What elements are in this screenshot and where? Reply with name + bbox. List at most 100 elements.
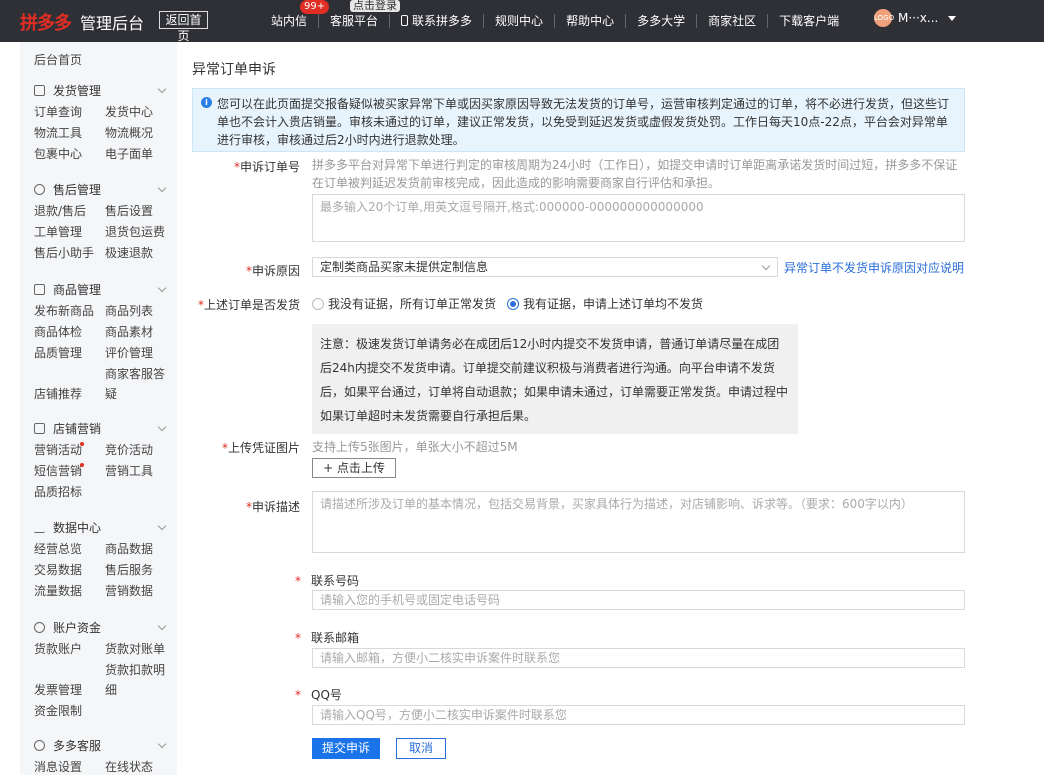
sidebar-item-e-waybill[interactable]: 电子面单 [105,144,176,165]
sidebar-item-traffic-data[interactable]: 流量数据 [34,581,105,602]
sidebar-item-invoice[interactable]: 发票管理 [34,680,105,701]
sidebar-section-header[interactable]: 发货管理 [20,80,177,100]
nav-university[interactable]: 多多大学 [626,14,698,28]
nav-rules[interactable]: 规则中心 [484,14,556,28]
sidebar-section-header[interactable]: 售后管理 [20,179,177,199]
phone-label: * 联系号码 [295,574,360,588]
nav-download-client[interactable]: 下载客户端 [768,14,850,28]
qq-input[interactable]: 请输入QQ号，方便小二核实申诉案件时联系您 [312,705,965,725]
radio-unchecked[interactable] [312,298,324,310]
phone-input[interactable]: 请输入您的手机号或固定电话号码 [312,590,965,610]
upload-hint: 支持上传5张图片，单张大小不超过5M [312,440,518,454]
sidebar-item-refunds[interactable]: 退款/售后 [34,201,105,222]
sidebar-section-products: 商品管理 发布新商品 商品列表 商品体检 商品素材 品质管理 评价管理 店铺推荐… [20,279,177,405]
nav-community[interactable]: 商家社区 [697,14,769,28]
sidebar-item-merchant-qa[interactable]: 商家客服答疑 [105,364,169,405]
chevron-down-icon [157,422,167,432]
nav-messages[interactable]: 站内信 99+ [260,0,330,28]
new-dot [80,442,84,446]
yen-icon [34,621,45,633]
sidebar-item-product-data[interactable]: 商品数据 [105,539,176,560]
avatar: LOGO [874,9,894,27]
sidebar-section-header[interactable]: 店铺营销 [20,418,177,438]
sidebar-section-header[interactable]: 数据中心 [20,517,177,537]
headset-icon [34,739,45,751]
sidebar-item-online-status[interactable]: 在线状态 [105,757,176,775]
back-home-button[interactable]: 返回首页 [159,11,208,43]
radio-checked[interactable] [507,298,519,310]
order-numbers-textarea[interactable]: 最多输入20个订单,用英文逗号隔开,格式:000000-000000000000… [312,194,965,242]
sidebar-section-header[interactable]: 账户资金 [20,617,177,637]
nav-contact-pdd[interactable]: 联系拼多多 [390,14,485,28]
sidebar-item-logistics-tools[interactable]: 物流工具 [34,123,105,144]
sidebar-item-marketing-data[interactable]: 营销数据 [105,581,176,602]
info-notice: i 您可以在此页面提交报备疑似被买家异常下单或因买家原因导致无法发货的订单号，运… [192,88,965,152]
new-dot [80,463,84,467]
chevron-down-icon [157,84,167,94]
sidebar-section-after-sales: 售后管理 退款/售后 售后设置 工单管理 退货包运费 售后小助手 极速退款 [20,179,177,264]
username: M···x... [898,11,939,25]
sidebar-item-product-list[interactable]: 商品列表 [105,301,176,322]
sidebar-item-quality[interactable]: 品质管理 [34,343,105,364]
sidebar-item-campaigns[interactable]: 营销活动 [34,440,105,461]
document-icon [34,84,45,96]
message-count-badge: 99+ [300,0,330,14]
sidebar-item-after-sales-service[interactable]: 售后服务 [105,560,176,581]
top-bar: 拼多多 管理后台 返回首页 站内信 99+ 客服平台 联系拼多多 规则中心 帮助中… [0,0,1044,43]
sidebar-section-funds: 账户资金 货款账户 货款对账单 发票管理 货款扣款明细 资金限制 [20,617,177,722]
sidebar-item-package-center[interactable]: 包裹中心 [34,144,105,165]
sidebar-item-return-shipping[interactable]: 退货包运费 [105,222,176,243]
sidebar-item-home[interactable]: 后台首页 [34,51,82,68]
phone-icon [401,15,409,26]
sidebar-item-quality-bidding[interactable]: 品质招标 [34,482,105,503]
upload-button[interactable]: + 点击上传 [312,458,396,478]
sidebar-item-marketing-tools[interactable]: 营销工具 [105,461,176,482]
qq-label: * QQ号 [295,688,342,702]
login-tooltip[interactable]: 点击登录 [350,0,400,12]
sidebar-item-product-check[interactable]: 商品体检 [34,322,105,343]
sidebar-item-shipping-center[interactable]: 发货中心 [105,102,176,123]
nav-customer-service[interactable]: 客服平台 [319,14,391,28]
sidebar-item-after-sales-settings[interactable]: 售后设置 [105,201,176,222]
sidebar-item-statement[interactable]: 货款对账单 [105,639,176,660]
sidebar-section-header[interactable]: 多多客服 [20,735,177,755]
chevron-down-icon [948,15,957,21]
chevron-down-icon [761,261,771,271]
chevron-down-icon [157,739,167,749]
sidebar-item-deduction-details[interactable]: 货款扣款明细 [105,660,169,701]
gift-icon [34,422,45,434]
reason-explanation-link[interactable]: 异常订单不发货申诉原因对应说明 [784,259,964,276]
sidebar-item-logistics-overview[interactable]: 物流概况 [105,123,176,144]
sidebar-item-ticket-management[interactable]: 工单管理 [34,222,105,243]
cancel-button[interactable]: 取消 [396,738,446,759]
submit-button[interactable]: 提交申诉 [312,738,380,759]
description-textarea[interactable]: 请描述所涉及订单的基本情况，包括交易背景，买家具体行为描述，对店铺影响、诉求等。… [312,491,965,553]
logo[interactable]: 拼多多 [20,9,72,35]
user-menu[interactable]: LOGO M···x... [874,9,957,27]
ship-option-no-evidence[interactable]: 我没有证据，所有订单正常发货 [312,295,496,312]
reason-select[interactable]: 定制类商品买家未提供定制信息 [312,257,778,277]
sidebar-item-order-query[interactable]: 订单查询 [34,102,105,123]
shield-icon [34,183,45,195]
sidebar-item-new-product[interactable]: 发布新商品 [34,301,105,322]
sidebar-item-sms-marketing[interactable]: 短信营销 [34,461,105,482]
sidebar-item-payment-account[interactable]: 货款账户 [34,639,105,660]
nav-help[interactable]: 帮助中心 [555,14,627,28]
reason-label: *申诉原因 [245,264,300,278]
email-input[interactable]: 请输入邮箱，方便小二核实申诉案件时联系您 [312,648,965,668]
sidebar-item-business-overview[interactable]: 经营总览 [34,539,105,560]
sidebar-item-reviews[interactable]: 评价管理 [105,343,176,364]
order-label: *申诉订单号 [233,160,300,174]
sidebar-item-quick-refund[interactable]: 极速退款 [105,243,176,264]
chevron-down-icon [157,283,167,293]
sidebar-item-fund-limits[interactable]: 资金限制 [34,701,105,722]
sidebar-item-bidding[interactable]: 竞价活动 [105,440,176,461]
sidebar-item-message-settings[interactable]: 消息设置 [34,757,105,775]
sidebar-item-after-sales-assistant[interactable]: 售后小助手 [34,243,105,264]
sidebar-item-product-assets[interactable]: 商品素材 [105,322,176,343]
sidebar-item-transaction-data[interactable]: 交易数据 [34,560,105,581]
sidebar-section-header[interactable]: 商品管理 [20,279,177,299]
sidebar-item-store-recommend[interactable]: 店铺推荐 [34,384,105,405]
top-nav: 站内信 99+ 客服平台 联系拼多多 规则中心 帮助中心 多多大学 商家社区 下载… [260,0,850,42]
ship-option-has-evidence[interactable]: 我有证据，申请上述订单均不发货 [507,295,703,312]
